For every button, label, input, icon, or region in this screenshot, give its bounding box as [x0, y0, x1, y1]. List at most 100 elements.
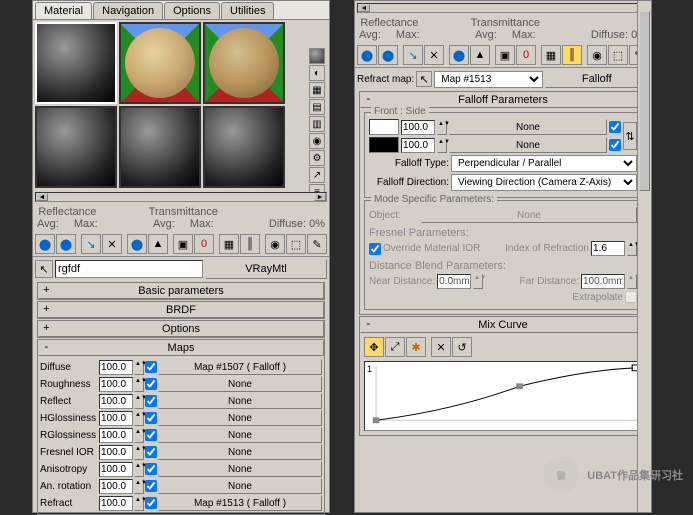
mix-curve-graph[interactable]: 1	[364, 361, 642, 431]
map-amount-input[interactable]	[99, 377, 133, 392]
tab-material[interactable]: Material	[35, 2, 92, 19]
video-check-icon[interactable]: ▥	[309, 116, 325, 132]
delete-icon[interactable]: ✕	[431, 337, 451, 357]
select-by-mat-icon[interactable]: ⬚	[286, 234, 306, 254]
map-slot-button[interactable]: None	[158, 478, 322, 494]
options-icon[interactable]: ⚙	[309, 150, 325, 166]
material-slot[interactable]	[35, 106, 117, 188]
front-color-swatch[interactable]	[369, 119, 399, 135]
map-amount-input[interactable]	[99, 462, 133, 477]
map-slot-button[interactable]: None	[158, 427, 322, 443]
reset-icon[interactable]: ✕	[424, 45, 444, 65]
sample-type-icon[interactable]	[309, 48, 325, 64]
refract-map-dropdown[interactable]: Map #1513	[434, 71, 542, 88]
uv-tile-icon[interactable]: ▤	[309, 99, 325, 115]
add-point-icon[interactable]: ✱	[406, 337, 426, 357]
side-value-input[interactable]	[401, 138, 435, 153]
material-slot[interactable]	[35, 22, 117, 104]
get-material-icon[interactable]: ⬤	[35, 234, 55, 254]
material-type-button[interactable]: VRayMtl	[205, 259, 327, 279]
pick-material-icon[interactable]: ↖	[35, 260, 53, 278]
make-unique-icon[interactable]: ▲	[148, 234, 168, 254]
tab-options[interactable]: Options	[164, 2, 220, 19]
spinner-icon[interactable]: ▲▼	[134, 360, 144, 375]
material-slot[interactable]	[119, 22, 201, 104]
material-name-input[interactable]	[55, 260, 203, 278]
spinner-icon[interactable]: ▲▼	[134, 479, 144, 494]
side-map-button[interactable]: None	[449, 137, 607, 153]
map-slot-button[interactable]: None	[158, 461, 322, 477]
spinner-icon[interactable]: ▲▼	[134, 462, 144, 477]
map-enable-check[interactable]	[145, 446, 157, 458]
map-enable-check[interactable]	[145, 395, 157, 407]
spinner-icon[interactable]: ▲▼	[134, 428, 144, 443]
preview-icon[interactable]: ◉	[309, 133, 325, 149]
map-amount-input[interactable]	[99, 496, 133, 511]
map-slot-button[interactable]: None	[158, 410, 322, 426]
front-map-enable[interactable]	[609, 121, 621, 133]
vertical-scrollbar[interactable]	[637, 1, 651, 512]
map-enable-check[interactable]	[145, 429, 157, 441]
select-by-mat-icon[interactable]: ⬚	[608, 45, 628, 65]
front-map-button[interactable]: None	[449, 119, 607, 135]
horizontal-scrollbar[interactable]: ◄ ►	[35, 192, 327, 202]
material-slot[interactable]	[119, 106, 201, 188]
map-amount-input[interactable]	[99, 411, 133, 426]
map-enable-check[interactable]	[145, 497, 157, 509]
assign-icon[interactable]: ↘	[81, 234, 101, 254]
map-slot-button[interactable]: Map #1507 ( Falloff )	[158, 359, 322, 375]
map-slot-button[interactable]: None	[158, 444, 322, 460]
swap-icon[interactable]: ⇅	[623, 122, 637, 150]
put-to-scene-icon[interactable]: ⬤	[56, 234, 76, 254]
side-map-enable[interactable]	[609, 139, 621, 151]
show-map-icon[interactable]: ▦	[541, 45, 561, 65]
rollup-mixcurve[interactable]: -Mix Curve	[360, 317, 646, 333]
falloff-dir-dropdown[interactable]: Viewing Direction (Camera Z-Axis)	[451, 174, 637, 191]
rollup-basic[interactable]: +Basic parameters	[38, 283, 324, 299]
map-enable-check[interactable]	[145, 480, 157, 492]
tab-navigation[interactable]: Navigation	[93, 2, 163, 19]
falloff-type-button[interactable]: Falloff	[545, 70, 649, 88]
material-slot[interactable]	[203, 22, 285, 104]
put-library-icon[interactable]: ▣	[495, 45, 515, 65]
spinner-icon[interactable]: ▲▼	[437, 120, 447, 135]
map-amount-input[interactable]	[99, 445, 133, 460]
material-slot[interactable]	[203, 106, 285, 188]
move-icon[interactable]: ✥	[364, 337, 384, 357]
show-end-icon[interactable]: ║	[562, 45, 582, 65]
spinner-icon[interactable]: ▲▼	[627, 241, 637, 256]
rollup-brdf[interactable]: +BRDF	[38, 302, 324, 318]
tab-utilities[interactable]: Utilities	[221, 2, 274, 19]
map-amount-input[interactable]	[99, 360, 133, 375]
pick-map-icon[interactable]: ↖	[416, 71, 432, 87]
map-amount-input[interactable]	[99, 479, 133, 494]
override-ior-check[interactable]	[369, 243, 381, 255]
reset-curve-icon[interactable]: ↺	[452, 337, 472, 357]
map-enable-check[interactable]	[145, 463, 157, 475]
backlight-icon[interactable]: ◐	[309, 65, 325, 81]
navigator-icon[interactable]: ◉	[587, 45, 607, 65]
navigator-icon[interactable]: ◉	[265, 234, 285, 254]
horizontal-scrollbar[interactable]: ◄ ►	[357, 3, 649, 13]
assign-icon[interactable]: ↘	[403, 45, 423, 65]
get-material-icon[interactable]: ⬤	[357, 45, 377, 65]
spinner-icon[interactable]: ▲▼	[437, 138, 447, 153]
map-amount-input[interactable]	[99, 394, 133, 409]
show-map-icon[interactable]: ▦	[219, 234, 239, 254]
reset-icon[interactable]: ✕	[102, 234, 122, 254]
ior-input[interactable]	[591, 241, 625, 256]
map-slot-button[interactable]: None	[158, 376, 322, 392]
pick-icon[interactable]: ✎	[307, 234, 327, 254]
material-id-icon[interactable]: 0	[516, 45, 536, 65]
make-unique-icon[interactable]: ▲	[470, 45, 490, 65]
spinner-icon[interactable]: ▲▼	[134, 496, 144, 511]
map-slot-button[interactable]: None	[158, 393, 322, 409]
show-end-icon[interactable]: ║	[240, 234, 260, 254]
spinner-icon[interactable]: ▲▼	[134, 445, 144, 460]
spinner-icon[interactable]: ▲▼	[134, 377, 144, 392]
rollup-options[interactable]: +Options	[38, 321, 324, 337]
put-library-icon[interactable]: ▣	[173, 234, 193, 254]
copy-icon[interactable]: ⬤	[449, 45, 469, 65]
scale-icon[interactable]: ⤢	[385, 337, 405, 357]
spinner-icon[interactable]: ▲▼	[134, 411, 144, 426]
